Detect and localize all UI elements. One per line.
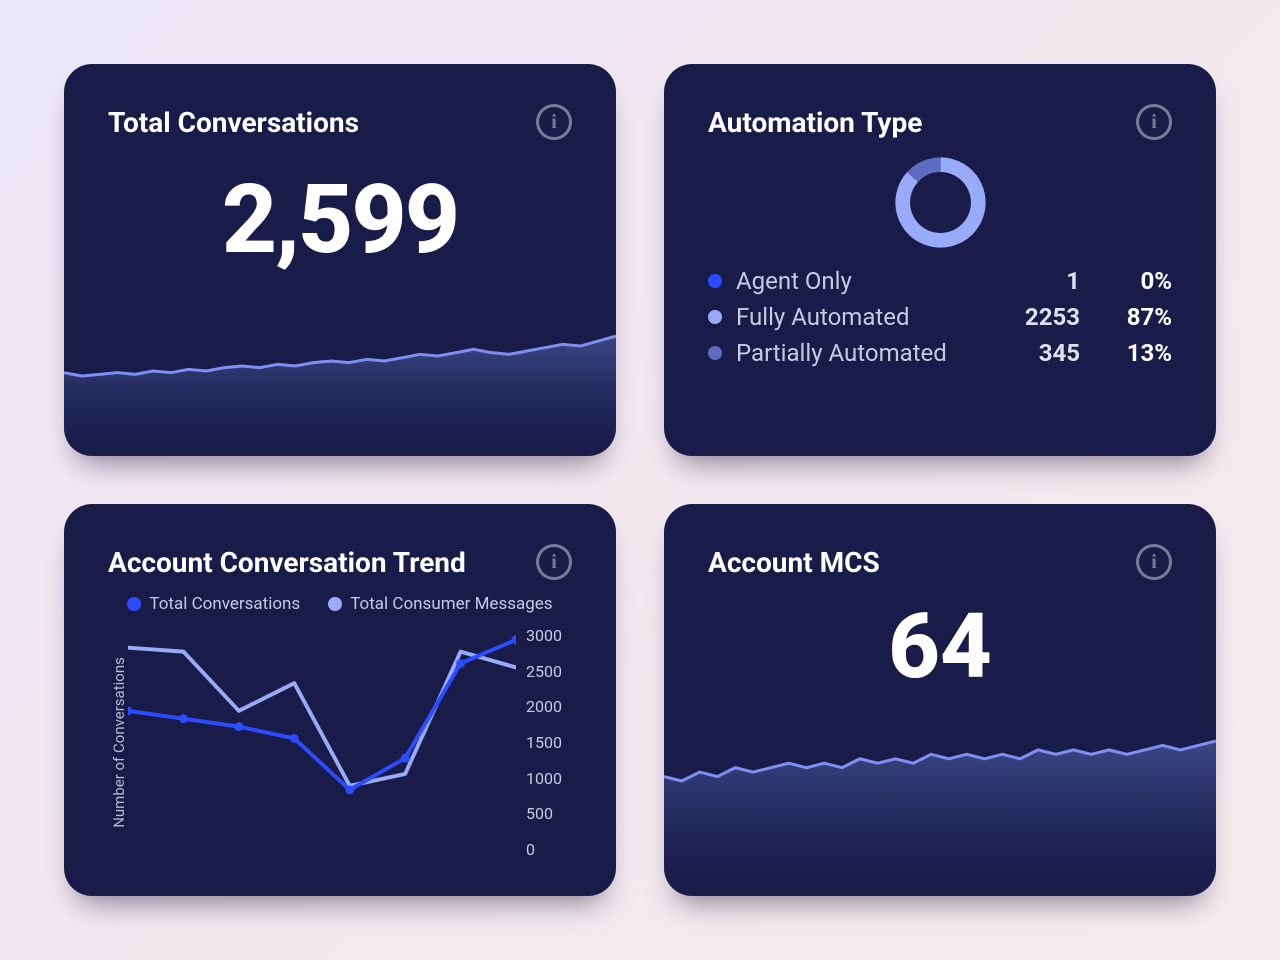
card-title: Account MCS [708, 546, 880, 579]
y-tick: 500 [526, 804, 553, 823]
info-icon[interactable]: i [536, 544, 572, 580]
card-automation-type: Automation Type i Agent Only 1 0% Fully Aut… [664, 64, 1216, 456]
automation-legend: Agent Only 1 0% Fully Automated 2253 87% Parti… [708, 267, 1172, 367]
legend-dot-series-a [127, 597, 141, 611]
legend-count: 2253 [1010, 303, 1080, 331]
y-tick: 3000 [526, 626, 562, 645]
legend-row: Fully Automated 2253 87% [708, 303, 1172, 331]
trend-plot [128, 624, 516, 861]
card-account-conversation-trend: Account Conversation Trend i Total Conve… [64, 504, 616, 896]
card-title: Total Conversations [108, 106, 359, 139]
legend-row: Partially Automated 345 13% [708, 339, 1172, 367]
info-icon[interactable]: i [1136, 544, 1172, 580]
legend-label-series-a: Total Conversations [149, 594, 300, 614]
legend-dot-icon [708, 346, 722, 360]
legend-dot-series-b [328, 597, 342, 611]
legend-row: Agent Only 1 0% [708, 267, 1172, 295]
legend-count: 1 [1010, 267, 1080, 295]
card-title: Account Conversation Trend [108, 546, 466, 579]
y-tick: 1000 [526, 769, 562, 788]
legend-label-series-b: Total Consumer Messages [350, 594, 552, 614]
legend-dot-icon [708, 310, 722, 324]
legend-count: 345 [1010, 339, 1080, 367]
info-icon[interactable]: i [536, 104, 572, 140]
info-icon[interactable]: i [1136, 104, 1172, 140]
legend-label: Agent Only [736, 267, 996, 295]
account-mcs-value: 64 [708, 594, 1172, 699]
legend-label: Partially Automated [736, 339, 996, 367]
y-tick: 2000 [526, 697, 562, 716]
card-account-mcs: Account MCS i 64 [664, 504, 1216, 896]
legend-dot-icon [708, 274, 722, 288]
y-tick: 1500 [526, 733, 562, 752]
card-total-conversations: Total Conversations i 2,599 [64, 64, 616, 456]
legend-percent: 87% [1094, 303, 1172, 331]
automation-donut-chart [708, 150, 1172, 255]
legend-percent: 0% [1094, 267, 1172, 295]
trend-y-axis-label: Number of Conversations [108, 624, 128, 861]
trend-y-ticks: 3000 2500 2000 1500 1000 500 0 [516, 624, 572, 861]
legend-percent: 13% [1094, 339, 1172, 367]
total-conversations-value: 2,599 [108, 164, 572, 276]
card-title: Automation Type [708, 106, 922, 139]
total-conversations-sparkline [64, 326, 616, 456]
legend-label: Fully Automated [736, 303, 996, 331]
y-tick: 0 [526, 840, 535, 859]
account-mcs-sparkline [664, 731, 1216, 896]
trend-legend: Total Conversations Total Consumer Messa… [108, 594, 572, 614]
y-tick: 2500 [526, 662, 562, 681]
